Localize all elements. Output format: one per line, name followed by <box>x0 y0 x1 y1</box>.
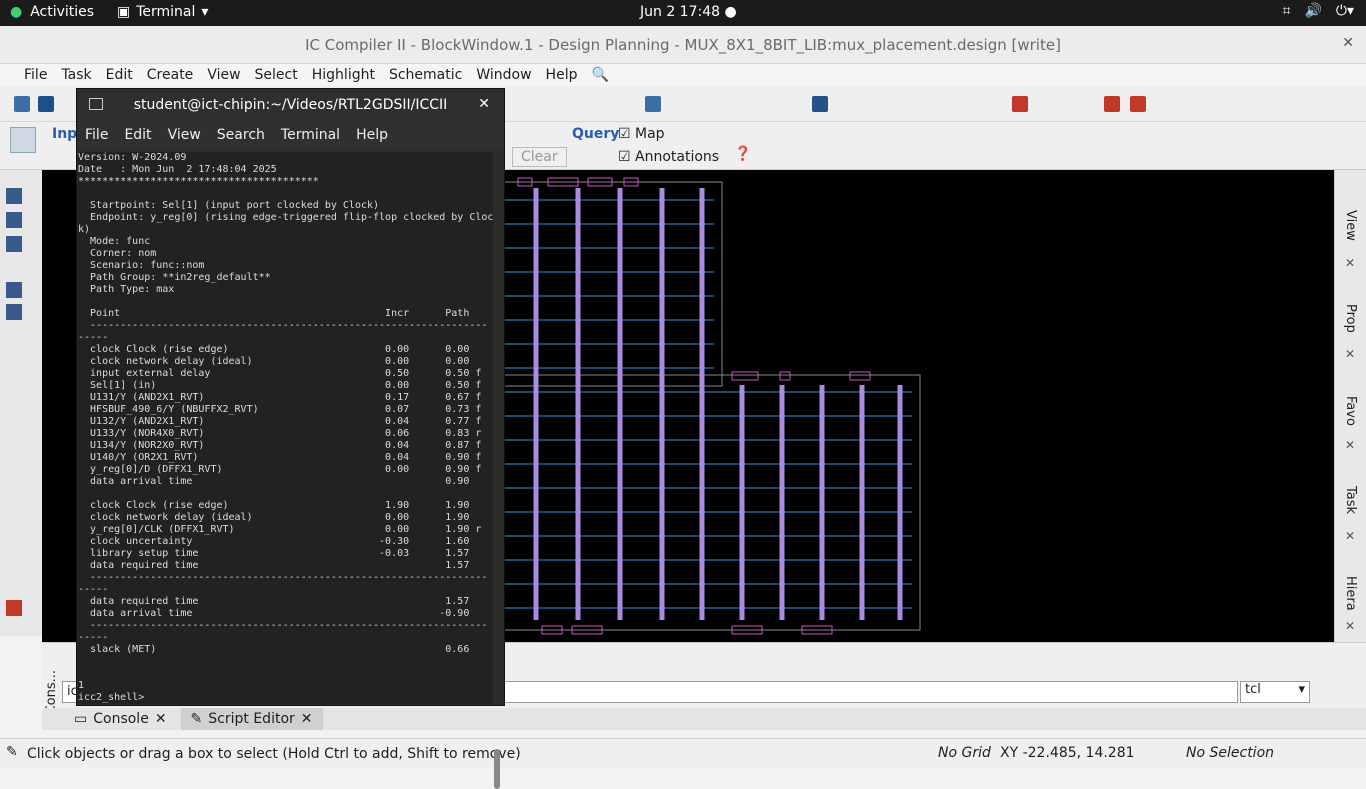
menu-edit[interactable]: Edit <box>106 67 133 83</box>
terminal-icon: ▣ <box>117 4 131 20</box>
tab-console[interactable]: ▭ Console ✕ <box>64 708 177 730</box>
close-icon[interactable]: ✕ <box>478 96 490 112</box>
dock-tab-hierarchy[interactable]: Hiera <box>1343 576 1358 611</box>
power-icon: ⏻▾ <box>1335 3 1354 19</box>
menu-file[interactable]: File <box>24 67 47 83</box>
terminal-scrollbar[interactable] <box>494 749 500 789</box>
status-hint-icon: ✎ <box>6 744 18 760</box>
grid-status: No Grid <box>938 745 991 761</box>
annotations-checkbox[interactable]: ☑ Annotations <box>618 149 719 165</box>
close-icon[interactable]: ✕ <box>1345 619 1355 633</box>
activities-label: Activities <box>30 4 95 20</box>
core-block-upper <box>497 181 723 387</box>
tab-console-label: Console <box>93 711 149 727</box>
inp-label: Inp <box>52 126 78 142</box>
close-icon[interactable]: ✕ <box>1345 529 1355 543</box>
system-tray[interactable]: ⌗ 🔊 ⏻▾ <box>1283 3 1354 19</box>
power-rails <box>504 199 912 609</box>
dock-tab-task[interactable]: Task <box>1343 486 1358 514</box>
clock[interactable]: Jun 2 17:48 ● <box>640 4 737 20</box>
drc-icon[interactable] <box>1012 96 1028 112</box>
activities-button[interactable]: ● Activities <box>10 4 94 20</box>
close-icon[interactable]: ✕ <box>1345 347 1355 361</box>
open-icon[interactable] <box>14 96 30 112</box>
xy-readout: XY -22.485, 14.281 <box>1000 745 1135 761</box>
window-title: IC Compiler II - BlockWindow.1 - Design … <box>305 36 1061 54</box>
search-icon[interactable]: 🔍 <box>591 67 608 83</box>
terminal-output[interactable]: Version: W-2024.09 Date : Mon Jun 2 17:4… <box>78 152 493 704</box>
close-icon[interactable]: ✕ <box>1345 438 1355 452</box>
terminal-menu-search[interactable]: Search <box>217 127 265 143</box>
menu-highlight[interactable]: Highlight <box>312 67 375 83</box>
edit-icon: ✎ <box>190 711 203 727</box>
console-icon: ▭ <box>74 711 88 727</box>
close-icon[interactable]: ✕ <box>301 711 313 727</box>
save-icon[interactable] <box>38 96 54 112</box>
right-dock: View ✕ Prop ✕ Favo ✕ Task ✕ Hiera ✕ <box>1334 170 1366 642</box>
move-icon[interactable] <box>6 282 22 298</box>
cc-icon[interactable] <box>812 96 828 112</box>
io-pins <box>517 177 871 635</box>
tab-script-editor[interactable]: ✎ Script Editor ✕ <box>180 708 323 730</box>
zoom-icon[interactable] <box>6 236 22 252</box>
query-label: Query <box>572 126 620 142</box>
chevron-down-icon: ▾ <box>1298 682 1305 697</box>
close-icon[interactable]: ✕ <box>1345 256 1355 270</box>
icv-icon[interactable] <box>1130 96 1146 112</box>
console-tabs: ▭ Console ✕ ✎ Script Editor ✕ <box>42 708 1366 730</box>
pan-icon[interactable] <box>6 304 22 320</box>
menu-create[interactable]: Create <box>147 67 194 83</box>
info-icon[interactable] <box>6 212 22 228</box>
status-hint: Click objects or drag a box to select (H… <box>27 746 521 762</box>
clear-button[interactable]: Clear <box>512 147 567 167</box>
menu-help[interactable]: Help <box>546 67 578 83</box>
terminal-titlebar: student@ict-chipin:~/Videos/RTL2GDSII/IC… <box>77 89 504 121</box>
map-checkbox[interactable]: ☑ Map <box>618 126 665 142</box>
language-value: tcl <box>1245 682 1261 697</box>
terminal-window[interactable]: student@ict-chipin:~/Videos/RTL2GDSII/IC… <box>76 88 505 789</box>
main-menubar: File Task Edit Create View Select Highli… <box>0 64 1366 86</box>
menu-window[interactable]: Window <box>476 67 531 83</box>
menu-schematic[interactable]: Schematic <box>389 67 462 83</box>
network-icon: ⌗ <box>1282 3 1291 19</box>
app-menu[interactable]: ▣ Terminal ▾ <box>117 4 208 20</box>
language-select[interactable]: tcl ▾ <box>1240 681 1310 703</box>
system-topbar: ● Activities ▣ Terminal ▾ Jun 2 17:48 ● ⌗ 🔊 ⏻… <box>0 0 1366 26</box>
terminal-menu-edit[interactable]: Edit <box>124 127 151 143</box>
annotations-label: Annotations <box>635 149 720 165</box>
menu-select[interactable]: Select <box>255 67 298 83</box>
left-toolbox <box>0 170 42 636</box>
app-label: Terminal <box>136 4 196 20</box>
chat-icon[interactable] <box>645 96 661 112</box>
menu-task[interactable]: Task <box>61 67 91 83</box>
terminal-title: student@ict-chipin:~/Videos/RTL2GDSII/IC… <box>133 97 448 113</box>
delete-icon[interactable] <box>6 600 22 616</box>
terminal-menu-help[interactable]: Help <box>356 127 388 143</box>
dock-tab-view[interactable]: View <box>1343 210 1358 241</box>
power-straps <box>533 188 903 620</box>
close-icon[interactable]: ✕ <box>155 711 167 727</box>
error-icon[interactable] <box>1104 96 1120 112</box>
terminal-menu-terminal[interactable]: Terminal <box>281 127 340 143</box>
chevron-down-icon: ▾ <box>201 4 209 20</box>
map-label: Map <box>635 126 665 142</box>
help-icon[interactable]: ❓ <box>734 146 751 162</box>
terminal-menu-file[interactable]: File <box>85 127 108 143</box>
window-titlebar: IC Compiler II - BlockWindow.1 - Design … <box>0 26 1366 64</box>
terminal-menu-view[interactable]: View <box>168 127 201 143</box>
terminal-menubar: File Edit View Search Terminal Help <box>77 121 504 149</box>
select-icon[interactable] <box>6 188 22 204</box>
close-icon[interactable]: ✕ <box>1342 35 1354 51</box>
dock-tab-favorites[interactable]: Favo <box>1343 396 1358 426</box>
volume-icon: 🔊 <box>1304 3 1322 19</box>
core-block-lower <box>497 374 921 631</box>
gnome-icon: ● <box>10 4 23 20</box>
selection-status: No Selection <box>1186 745 1275 761</box>
tab-script-editor-label: Script Editor <box>208 711 295 727</box>
select-tool-icon[interactable] <box>10 127 36 153</box>
status-bar: ✎ Click objects or drag a box to select … <box>0 738 1366 768</box>
dock-tab-properties[interactable]: Prop <box>1343 304 1358 333</box>
terminal-icon <box>89 98 103 110</box>
menu-view[interactable]: View <box>207 67 240 83</box>
